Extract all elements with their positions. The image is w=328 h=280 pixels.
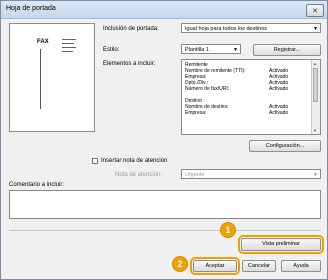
inclusion-select-value: Igual hoja para todos los destinos: [185, 26, 267, 32]
title-bar: Hoja de portada ✕: [1, 1, 327, 19]
accept-button[interactable]: Aceptar: [190, 257, 240, 275]
cover-sheet-dialog: Hoja de portada ✕ FAX Inclusión de porta…: [0, 0, 328, 280]
preview-text-line: [62, 51, 73, 52]
preview-button[interactable]: Vista preliminar: [238, 235, 324, 254]
callout-1-badge: 1: [221, 223, 235, 237]
attention-checkbox-label: Insertar nota de atención: [101, 158, 168, 164]
list-item: Número de fax/URI: Activado: [185, 86, 289, 92]
comment-label: Comentario a incluir:: [9, 182, 65, 188]
chevron-down-icon: ▼: [233, 47, 238, 53]
nota-select[interactable]: Urgente ▼: [181, 169, 321, 179]
preview-text-line: [62, 47, 76, 48]
elements-list[interactable]: Remitente Nombre de remitente (TTI): Acti…: [181, 59, 321, 135]
chevron-down-icon: ▼: [313, 26, 318, 32]
window-title: Hoja de portada: [6, 5, 56, 12]
close-icon[interactable]: ✕: [306, 4, 324, 17]
inclusion-label: Inclusión de portada:: [103, 26, 159, 32]
cancel-button[interactable]: Cancelar: [242, 260, 276, 272]
scroll-down-icon[interactable]: ▼: [313, 128, 317, 133]
estilo-select-value: Plantilla 1: [185, 47, 209, 53]
cover-preview: FAX: [9, 23, 95, 132]
preview-rule: [40, 49, 41, 109]
list-item: Empresa: Activado: [185, 110, 289, 116]
callout-2-badge: 2: [173, 257, 187, 271]
preview-text-line: [62, 39, 76, 40]
comment-field[interactable]: [9, 190, 321, 219]
inclusion-select[interactable]: Igual hoja para todos los destinos ▼: [181, 23, 321, 33]
nota-label: Nota de atención:: [115, 172, 163, 178]
attention-checkbox[interactable]: [92, 158, 98, 164]
help-button[interactable]: Ayuda: [281, 260, 321, 272]
preview-text-line: [62, 43, 74, 44]
chevron-down-icon: ▼: [313, 172, 318, 178]
configuracion-button[interactable]: Configuración...: [249, 140, 321, 152]
nota-select-value: Urgente: [185, 172, 205, 178]
estilo-label: Estilo:: [103, 47, 120, 53]
registrar-button[interactable]: Registrar...: [253, 44, 321, 56]
preview-fax-mark: FAX: [37, 39, 49, 45]
divider: [9, 230, 321, 231]
scroll-thumb[interactable]: [313, 68, 318, 102]
estilo-select[interactable]: Plantilla 1 ▼: [181, 44, 241, 54]
scroll-up-icon[interactable]: ▲: [313, 61, 317, 66]
elements-scrollbar[interactable]: ▲ ▼: [311, 60, 320, 134]
elements-label: Elementos a incluir:: [103, 61, 156, 67]
